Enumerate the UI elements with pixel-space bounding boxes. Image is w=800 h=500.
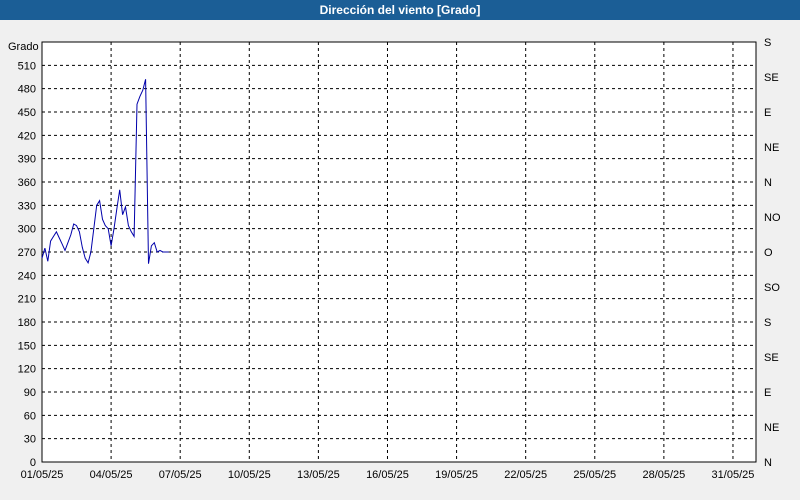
x-tick-label: 07/05/25: [159, 469, 202, 481]
x-tick-label: 10/05/25: [228, 469, 271, 481]
right-compass-label: S: [764, 37, 771, 49]
y-tick-label: 480: [18, 84, 36, 96]
x-tick-label: 19/05/25: [435, 469, 478, 481]
right-compass-label: SE: [764, 352, 779, 364]
right-compass-label: N: [764, 177, 772, 189]
chart-title: Dirección del viento [Grado]: [0, 0, 800, 20]
right-compass-label: E: [764, 387, 771, 399]
y-tick-label: 300: [18, 224, 36, 236]
y-tick-label: 60: [24, 410, 36, 422]
y-tick-label: 240: [18, 270, 36, 282]
y-tick-label: 120: [18, 364, 36, 376]
y-tick-label: 90: [24, 387, 36, 399]
right-compass-label: NO: [764, 212, 781, 224]
right-compass-label: NE: [764, 142, 779, 154]
x-tick-label: 28/05/25: [642, 469, 685, 481]
y-tick-label: 510: [18, 60, 36, 72]
y-tick-label: 360: [18, 177, 36, 189]
right-compass-label: E: [764, 107, 771, 119]
right-compass-label: SO: [764, 282, 780, 294]
y-axis-label: Grado: [8, 41, 39, 53]
x-tick-label: 16/05/25: [366, 469, 409, 481]
y-tick-label: 210: [18, 294, 36, 306]
x-tick-label: 13/05/25: [297, 469, 340, 481]
chart-window: Dirección del viento [Grado] 0 30 60 90 120 1…: [0, 0, 800, 500]
y-tick-label: 330: [18, 200, 36, 212]
right-compass-label: S: [764, 317, 771, 329]
y-tick-label: 0: [30, 457, 36, 469]
y-tick-label: 420: [18, 130, 36, 142]
y-tick-label: 180: [18, 317, 36, 329]
x-tick-label: 25/05/25: [573, 469, 616, 481]
y-tick-label: 270: [18, 247, 36, 259]
right-compass-label: O: [764, 247, 773, 259]
y-tick-label: 450: [18, 107, 36, 119]
right-compass-label: NE: [764, 422, 779, 434]
x-tick-label: 31/05/25: [712, 469, 755, 481]
right-compass-label: N: [764, 457, 772, 469]
y-tick-label: 390: [18, 154, 36, 166]
y-tick-label: 150: [18, 340, 36, 352]
y-tick-label: 30: [24, 434, 36, 446]
right-compass-label: SE: [764, 72, 779, 84]
x-tick-label: 04/05/25: [90, 469, 133, 481]
x-tick-label: 01/05/25: [21, 469, 64, 481]
x-tick-label: 22/05/25: [504, 469, 547, 481]
wind-direction-chart: 0 30 60 90 120 150 180 210 240 270 300 330 360 390 420…: [8, 37, 781, 481]
